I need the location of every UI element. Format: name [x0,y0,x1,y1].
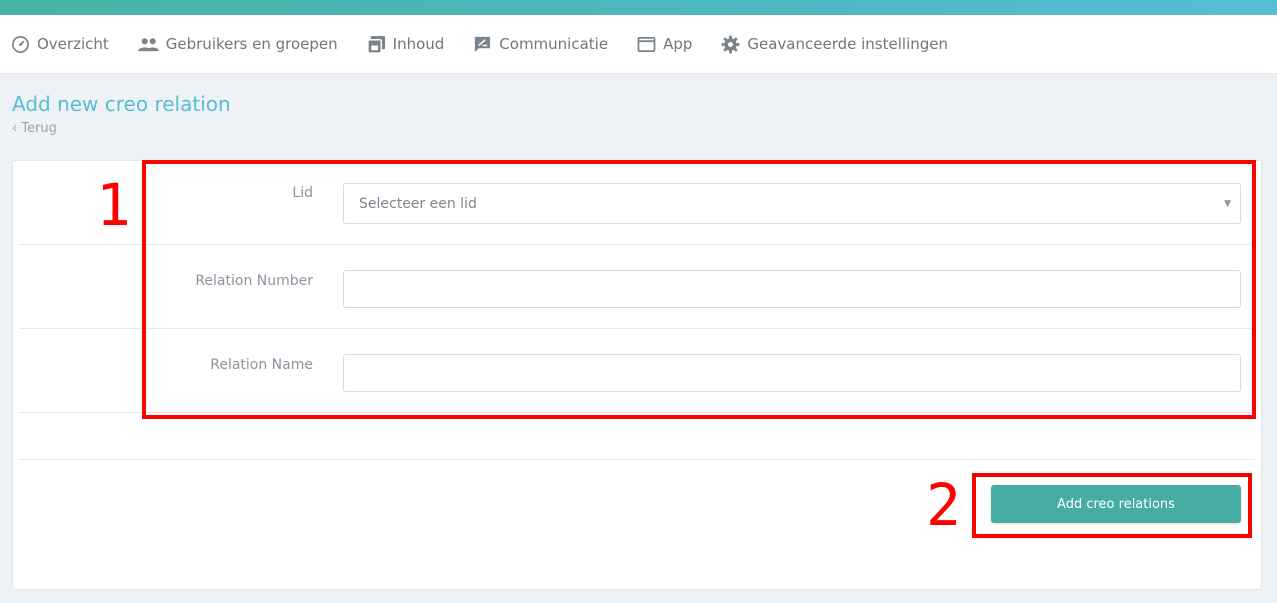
annotation-number-2: 2 [926,471,961,539]
nav-item-overzicht[interactable]: Overzicht [11,35,109,54]
nav-item-gebruikers[interactable]: Gebruikers en groepen [137,35,338,53]
top-accent-bar [0,0,1277,15]
nav-item-app[interactable]: App [637,35,692,53]
nav-item-label: Communicatie [499,35,609,53]
page-title: Add new creo relation [12,92,231,116]
nav-item-inhoud[interactable]: Inhoud [366,35,445,54]
annotation-number-1: 1 [96,171,131,239]
nav-item-geavanceerde-instellingen[interactable]: Geavanceerde instellingen [721,34,949,54]
nav-item-label: Overzicht [37,35,109,53]
annotation-box-2 [972,473,1252,538]
nav-item-communicatie[interactable]: Communicatie [473,35,608,54]
main-navigation: Overzicht Gebruikers en groepen Inhoud C… [0,15,1277,74]
gear-icon [721,34,740,54]
back-link[interactable]: ‹ Terug [12,121,57,136]
users-group-icon [137,37,159,51]
nav-item-label: Inhoud [392,35,445,53]
app-window-icon [637,36,656,52]
nav-item-label: Gebruikers en groepen [165,35,338,53]
annotation-box-1 [142,160,1256,419]
form-footer-divider [19,459,1255,460]
nav-item-label: Geavanceerde instellingen [747,35,949,53]
dashboard-gauge-icon [12,35,29,53]
content-stack-icon [366,35,385,54]
nav-item-label: App [663,35,693,53]
message-icon [475,36,491,52]
